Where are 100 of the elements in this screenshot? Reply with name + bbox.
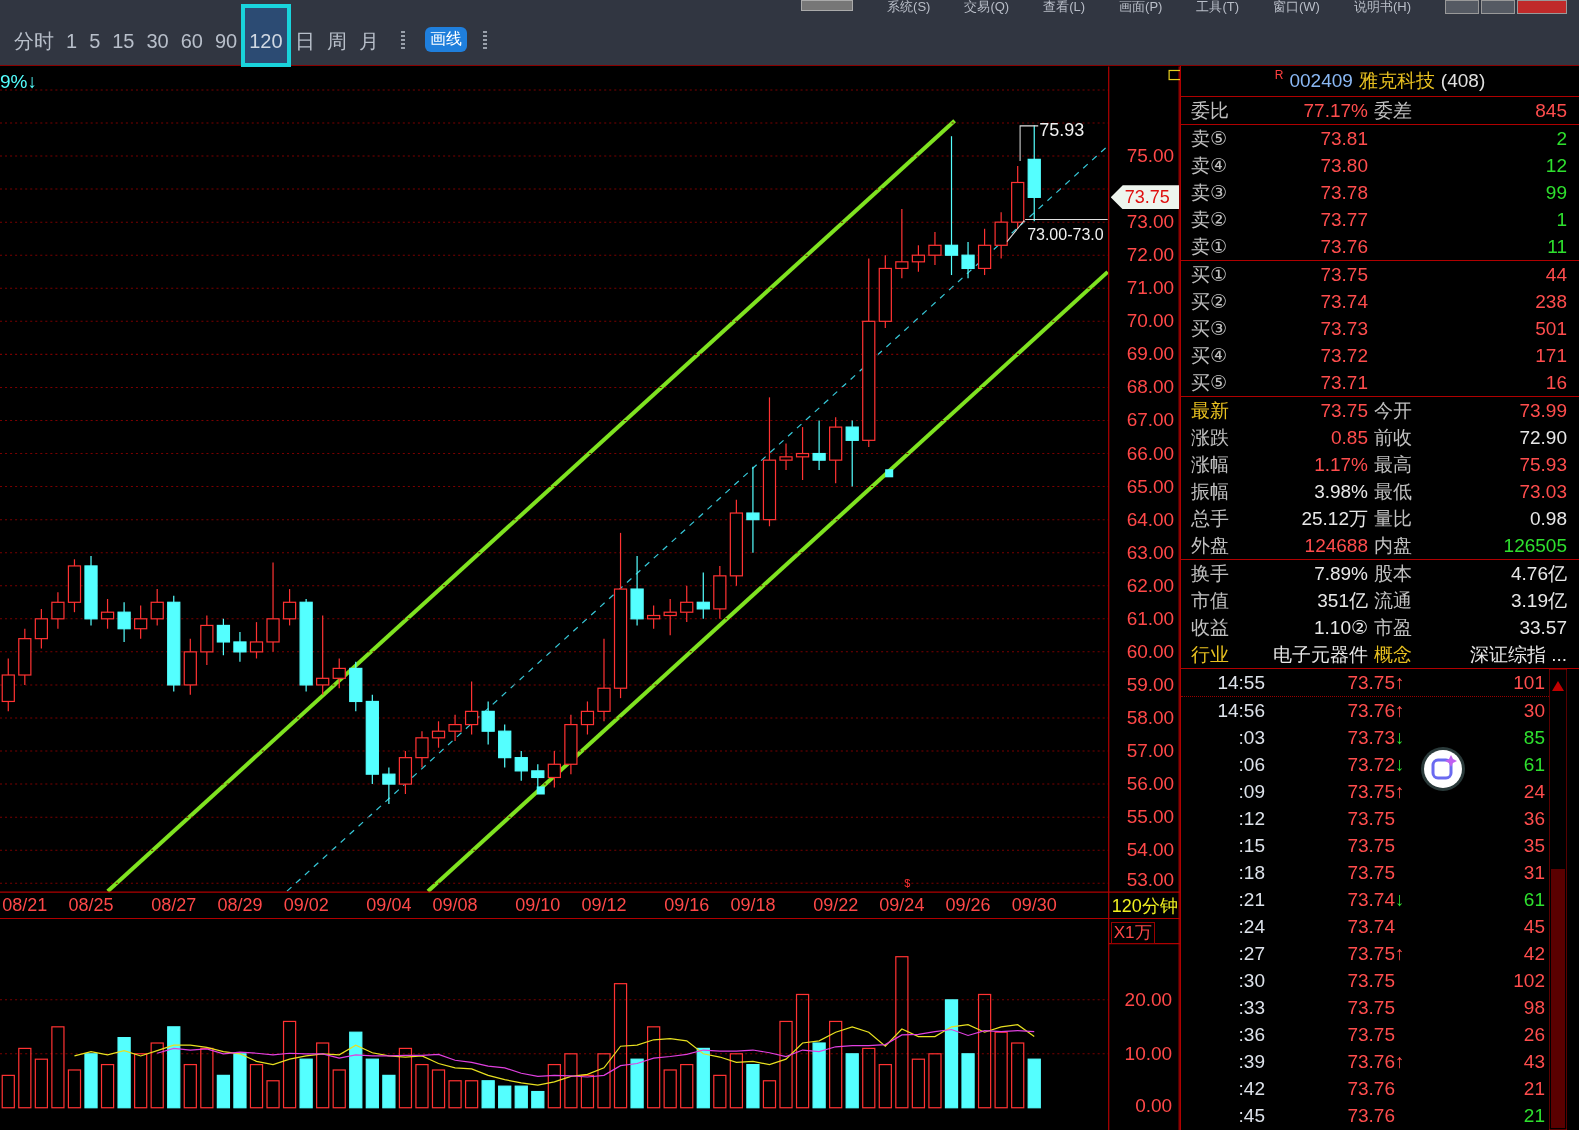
tick-volume: 36 <box>1522 807 1545 830</box>
bar <box>67 1069 82 1109</box>
menu-item[interactable]: 窗口(W) <box>1273 0 1320 14</box>
candlestick <box>961 241 975 279</box>
order-volume: 1 <box>1555 208 1567 231</box>
candlestick <box>332 657 346 689</box>
price-axis-label: 70.00 <box>1126 311 1175 332</box>
scrollbar[interactable] <box>1549 669 1567 1130</box>
bar <box>762 1080 777 1109</box>
tick-volume: 21 <box>1522 1104 1545 1127</box>
volume-axis-label: 10.00 <box>1124 1043 1173 1064</box>
menu-item[interactable]: 说明书(H) <box>1353 0 1411 14</box>
order-price: 73.72 <box>1319 344 1368 367</box>
close-button[interactable] <box>1517 0 1567 14</box>
bar <box>216 1074 231 1109</box>
date-label: 09/04 <box>366 895 412 916</box>
candlestick <box>233 631 247 663</box>
volume-axis-label: 20.00 <box>1124 989 1173 1010</box>
bar <box>944 999 959 1109</box>
tick-time: :30 <box>1237 969 1265 992</box>
field-value: 7.89% <box>1313 562 1368 585</box>
bar <box>448 1080 462 1109</box>
field-label: 市值 <box>1190 588 1230 613</box>
field-value: 126505 <box>1502 534 1567 557</box>
field-value: 845 <box>1534 99 1567 122</box>
tick-volume: 24 <box>1522 780 1545 803</box>
field-label: 市盈 <box>1373 615 1413 640</box>
period-tab[interactable]: 30 <box>140 18 175 65</box>
tick-arrow: ↑ <box>1395 942 1406 965</box>
field-value: 1.17% <box>1313 453 1368 476</box>
field-value: 3.98% <box>1313 480 1368 503</box>
field-value: 73.03 <box>1518 480 1567 503</box>
tick-price: 73.72 <box>1346 753 1395 776</box>
menu-item[interactable]: 查看(L) <box>1043 0 1086 14</box>
order-price: 73.73 <box>1319 317 1368 340</box>
period-tab[interactable]: 15 <box>106 18 141 65</box>
tick-volume: 85 <box>1522 726 1545 749</box>
date-label: 09/30 <box>1011 895 1057 916</box>
bar <box>547 1063 561 1109</box>
price-axis-label: 55.00 <box>1126 807 1175 828</box>
menu-item[interactable]: 交易(Q) <box>964 0 1010 14</box>
menu-item[interactable]: 工具(T) <box>1196 0 1239 14</box>
order-price: 73.81 <box>1319 127 1368 150</box>
period-tab[interactable]: 日 <box>288 18 321 65</box>
draw-line-button[interactable]: 画线 <box>424 27 467 52</box>
date-label: 08/29 <box>217 895 263 916</box>
price-axis-label: 72.00 <box>1126 245 1175 266</box>
candlestick <box>663 598 677 636</box>
period-tab[interactable]: 5 <box>83 18 107 65</box>
date-label: 09/02 <box>283 895 329 916</box>
bar <box>829 1020 843 1109</box>
period-tab[interactable]: 分时 <box>8 18 60 65</box>
current-price-tag: 73.75 <box>1110 185 1180 210</box>
candlestick <box>382 766 396 805</box>
period-tab[interactable]: 120 <box>243 6 289 65</box>
tick-time: :33 <box>1237 996 1265 1019</box>
order-price: 73.80 <box>1319 154 1368 177</box>
assistant-icon[interactable] <box>1420 746 1466 792</box>
tick-arrow: ↑ <box>1395 671 1406 694</box>
bar <box>51 1026 65 1109</box>
tick-price: 73.74 <box>1346 888 1395 911</box>
period-tab[interactable]: 周 <box>320 18 353 65</box>
menu-item[interactable]: 系统(S) <box>887 0 931 14</box>
menu-item[interactable]: 画面(P) <box>1119 0 1163 14</box>
bar <box>200 1047 214 1109</box>
price-axis-label: 73.00 <box>1126 212 1175 233</box>
tick-time: :15 <box>1237 834 1265 857</box>
date-label: 08/21 <box>2 895 48 916</box>
bar <box>795 993 810 1109</box>
period-tab[interactable]: 90 <box>209 18 244 65</box>
price-axis-label: 62.00 <box>1126 575 1175 596</box>
order-volume: 12 <box>1544 154 1567 177</box>
tick-arrow: ↓ <box>1395 753 1406 776</box>
candlestick <box>117 601 131 643</box>
tick-arrow: ↑ <box>1395 699 1406 722</box>
order-level-label: 买⑤ <box>1190 370 1229 395</box>
candlestick <box>282 588 297 627</box>
minimize-button[interactable] <box>1445 0 1479 14</box>
price-axis-label: 56.00 <box>1126 774 1175 795</box>
order-price: 73.74 <box>1319 290 1368 313</box>
date-label: 09/26 <box>945 895 991 916</box>
price-axis-label: 66.00 <box>1126 443 1175 464</box>
period-tab[interactable]: 1 <box>60 18 84 65</box>
bar <box>646 1026 661 1109</box>
field-label: 涨跌 <box>1190 425 1230 450</box>
bar <box>167 1026 181 1109</box>
date-label: 09/10 <box>515 895 561 916</box>
order-level-label: 卖① <box>1190 234 1229 259</box>
stock-name: 雅克科技 <box>1358 69 1435 93</box>
tick-time: :36 <box>1237 1023 1265 1046</box>
tick-price: 73.75 <box>1346 969 1395 992</box>
period-tab[interactable]: 月 <box>352 18 385 65</box>
period-tab[interactable]: 60 <box>174 18 209 65</box>
price-axis-label: 68.00 <box>1126 377 1175 398</box>
leader-line <box>1006 220 1025 243</box>
volume-unit-label: X1万 <box>1110 922 1155 945</box>
restore-button[interactable] <box>1481 0 1515 14</box>
bar <box>928 1053 942 1109</box>
stock-code: 002409 <box>1289 70 1353 92</box>
tick-volume: 43 <box>1522 1050 1545 1073</box>
